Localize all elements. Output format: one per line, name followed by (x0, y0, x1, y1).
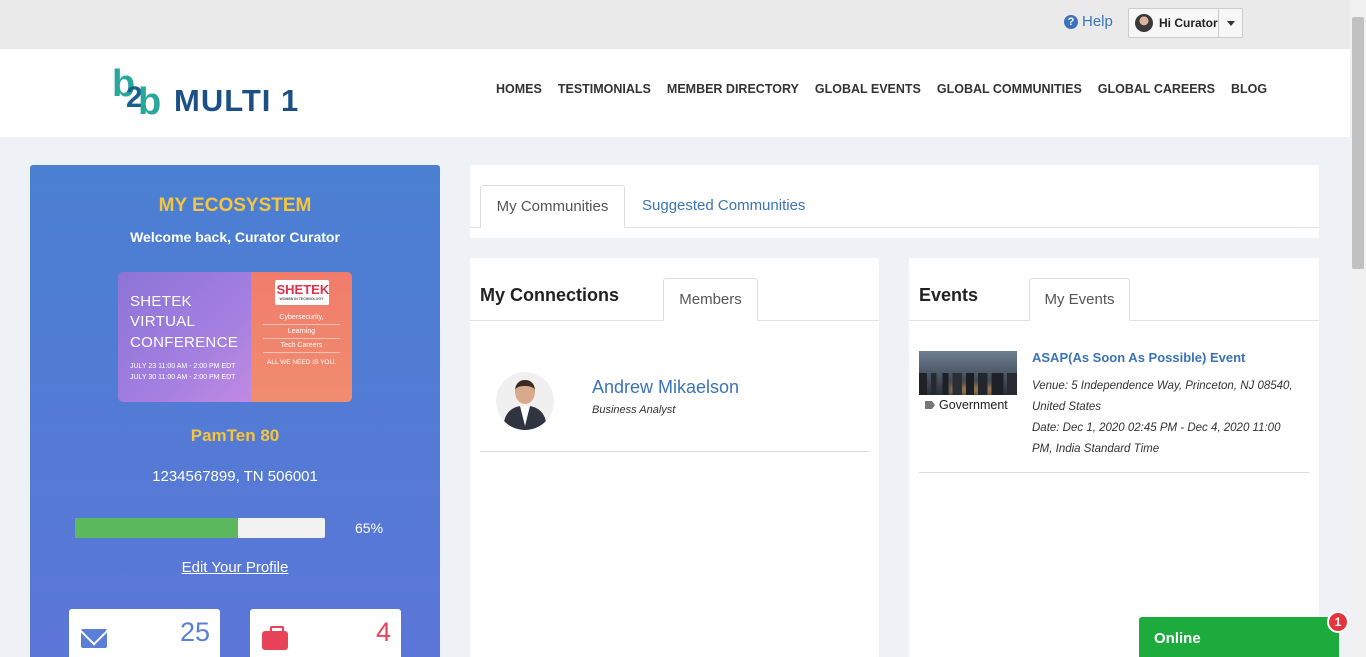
site-logo[interactable]: b2b MULTI 1 (112, 65, 299, 121)
banner-topics: Cybersecurity, Learning Tech Careers (257, 311, 346, 354)
connections-panel: My Connections Members Andrew Mikaelson … (470, 258, 879, 657)
avatar (1135, 14, 1153, 32)
shetek-sub: WOMEN IN TECHNOLOGY (279, 297, 324, 301)
page-scrollbar[interactable] (1350, 0, 1366, 657)
tab-my-communities[interactable]: My Communities (480, 185, 625, 228)
connection-avatar[interactable] (496, 372, 554, 430)
connection-name[interactable]: Andrew Mikaelson (592, 377, 739, 398)
event-category-label: Government (939, 398, 1008, 412)
events-title: Events (919, 285, 979, 305)
company-banner: SHETEK VIRTUAL CONFERENCE JULY 23 11:00 … (118, 272, 352, 402)
user-menu-button[interactable]: Hi Curator (1128, 8, 1243, 38)
event-thumbnail[interactable] (919, 351, 1017, 395)
edit-profile-link[interactable]: Edit Your Profile (30, 559, 440, 576)
banner-topic: Learning (263, 325, 340, 340)
question-circle-icon: ? (1064, 14, 1078, 29)
events-panel: Events My Events Government ASAP(As Soon… (909, 258, 1319, 657)
ecosystem-title: MY ECOSYSTEM (158, 195, 312, 216)
jobs-count: 4 (375, 617, 391, 647)
shetek-logo: SHETEK WOMEN IN TECHNOLOGY (274, 280, 330, 305)
caret-down-icon (1226, 20, 1235, 26)
main-nav: HOMES TESTIMONIALS MEMBER DIRECTORY GLOB… (496, 82, 1267, 96)
profile-progress-bar (75, 518, 325, 538)
nav-member-directory[interactable]: MEMBER DIRECTORY (667, 82, 799, 96)
banner-right: SHETEK WOMEN IN TECHNOLOGY Cybersecurity… (251, 272, 352, 402)
chat-notification-badge: 1 (1327, 611, 1349, 633)
nav-global-careers[interactable]: GLOBAL CAREERS (1098, 82, 1215, 96)
nav-testimonials[interactable]: TESTIMONIALS (558, 82, 651, 96)
communities-panel: My Communities Suggested Communities (470, 165, 1319, 238)
connections-title: My Connections (480, 285, 620, 305)
event-details: Venue: 5 Independence Way, Princeton, NJ… (1032, 376, 1302, 460)
event-date: Date: Dec 1, 2020 02:45 PM - Dec 4, 2020… (1032, 422, 1281, 455)
tab-members[interactable]: Members (663, 278, 758, 321)
list-divider (480, 451, 869, 452)
nav-global-events[interactable]: GLOBAL EVENTS (815, 82, 921, 96)
company-name: PamTen 80 (190, 426, 280, 445)
event-venue: Venue: 5 Independence Way, Princeton, NJ… (1032, 380, 1293, 413)
nav-blog[interactable]: BLOG (1231, 82, 1267, 96)
user-greeting: Hi Curator (1159, 16, 1218, 30)
banner-tagline: ALL WE NEED IS YOU. (267, 359, 336, 367)
banner-left: SHETEK VIRTUAL CONFERENCE JULY 23 11:00 … (118, 272, 251, 402)
list-divider (919, 472, 1309, 473)
profile-progress-fill (75, 518, 238, 538)
profile-progress-label: 65% (355, 520, 384, 536)
help-label: Help (1082, 13, 1113, 30)
scrollbar-thumb[interactable] (1352, 17, 1364, 269)
help-link[interactable]: ? Help (1064, 13, 1113, 30)
banner-topic: Cybersecurity, (263, 311, 340, 325)
shetek-brand: SHETEK (276, 282, 330, 297)
banner-date-2: JULY 30 11:00 AM - 2:00 PM EDT (130, 373, 236, 381)
nav-global-communities[interactable]: GLOBAL COMMUNITIES (937, 82, 1082, 96)
briefcase-icon (262, 626, 288, 650)
messages-stat-card[interactable]: 25 (69, 609, 220, 657)
site-header: b2b MULTI 1 HOMES TESTIMONIALS MEMBER DI… (0, 49, 1350, 137)
banner-topic: Tech Careers (263, 339, 340, 354)
welcome-message: Welcome back, Curator Curator (130, 229, 340, 245)
nav-homes[interactable]: HOMES (496, 82, 542, 96)
connection-role: Business Analyst (592, 404, 676, 416)
utility-bar: ? Help Hi Curator (0, 0, 1350, 49)
banner-title: SHETEK VIRTUAL CONFERENCE (130, 293, 239, 351)
messages-count: 25 (179, 617, 210, 647)
event-title-link[interactable]: ASAP(As Soon As Possible) Event (1032, 350, 1245, 365)
tab-suggested-communities[interactable]: Suggested Communities (642, 197, 805, 214)
envelope-icon (81, 629, 107, 648)
b2b-logo-mark: b2b (112, 63, 162, 123)
banner-date-1: JULY 23 11:00 AM - 2:00 PM EDT (130, 362, 236, 370)
tag-icon (925, 401, 935, 409)
event-category: Government (925, 398, 1008, 412)
logo-text: MULTI 1 (174, 83, 300, 118)
tab-my-events[interactable]: My Events (1029, 278, 1130, 321)
user-menu-toggle[interactable] (1218, 9, 1242, 37)
banner-dates: JULY 23 11:00 AM - 2:00 PM EDT JULY 30 1… (130, 361, 243, 383)
chat-widget[interactable]: Online (1139, 617, 1339, 657)
phone-location: 1234567899, TN 506001 (152, 468, 318, 485)
jobs-stat-card[interactable]: 4 (250, 609, 401, 657)
ecosystem-card: MY ECOSYSTEM Welcome back, Curator Curat… (30, 165, 440, 657)
